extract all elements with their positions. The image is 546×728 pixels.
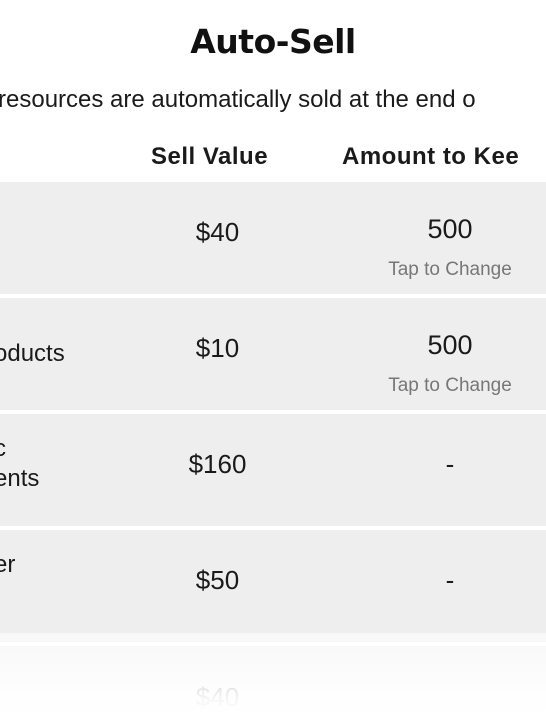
page-description: h resources are automatically sold at th… (0, 86, 476, 113)
amount-to-keep-value[interactable]: - (350, 530, 546, 630)
table-row[interactable]: oducts $10 500 Tap to Change (0, 298, 546, 414)
column-header-sell-value: Sell Value (151, 143, 269, 170)
auto-sell-table: $40 500 Tap to Change oducts $10 500 Tap… (0, 182, 546, 728)
tap-to-change-hint[interactable]: Tap to Change (350, 259, 546, 281)
resource-name: oducts (0, 298, 130, 410)
resource-name: c ents (0, 414, 130, 526)
table-row[interactable]: er $50 - (0, 530, 546, 646)
sell-value: $40 (195, 216, 240, 247)
sell-value: $40 (195, 682, 240, 712)
sell-value: $10 (195, 332, 240, 363)
amount-to-keep-cell[interactable]: 500 Tap to Change (350, 182, 546, 294)
table-row[interactable]: $40 (0, 646, 546, 728)
sell-value: $50 (195, 564, 240, 595)
resource-name-line: oducts (0, 340, 65, 367)
amount-to-keep-cell[interactable]: - (350, 530, 546, 642)
resource-name-line: c (0, 435, 6, 462)
table-row[interactable]: c ents $160 - (0, 414, 546, 530)
amount-to-keep-cell[interactable]: 500 Tap to Change (350, 298, 546, 410)
table-row[interactable]: $40 500 Tap to Change (0, 182, 546, 298)
amount-to-keep-value[interactable]: 500 (350, 214, 546, 245)
amount-to-keep-cell[interactable]: - (350, 414, 546, 526)
auto-sell-screen: Auto-Sell h resources are automatically … (0, 0, 546, 728)
resource-name: er (0, 530, 130, 642)
page-title: Auto-Sell (190, 22, 356, 61)
column-header-amount-to-keep: Amount to Kee (342, 143, 520, 170)
resource-name-line: er (0, 551, 16, 578)
amount-to-keep-value[interactable]: 500 (350, 330, 546, 361)
amount-to-keep-value[interactable] (350, 646, 546, 728)
resource-name-line: ents (0, 465, 40, 492)
tap-to-change-hint[interactable]: Tap to Change (350, 375, 546, 397)
amount-to-keep-cell[interactable] (350, 646, 546, 728)
sell-value: $160 (188, 448, 247, 479)
amount-to-keep-value[interactable]: - (350, 414, 546, 514)
resource-name (0, 182, 130, 294)
